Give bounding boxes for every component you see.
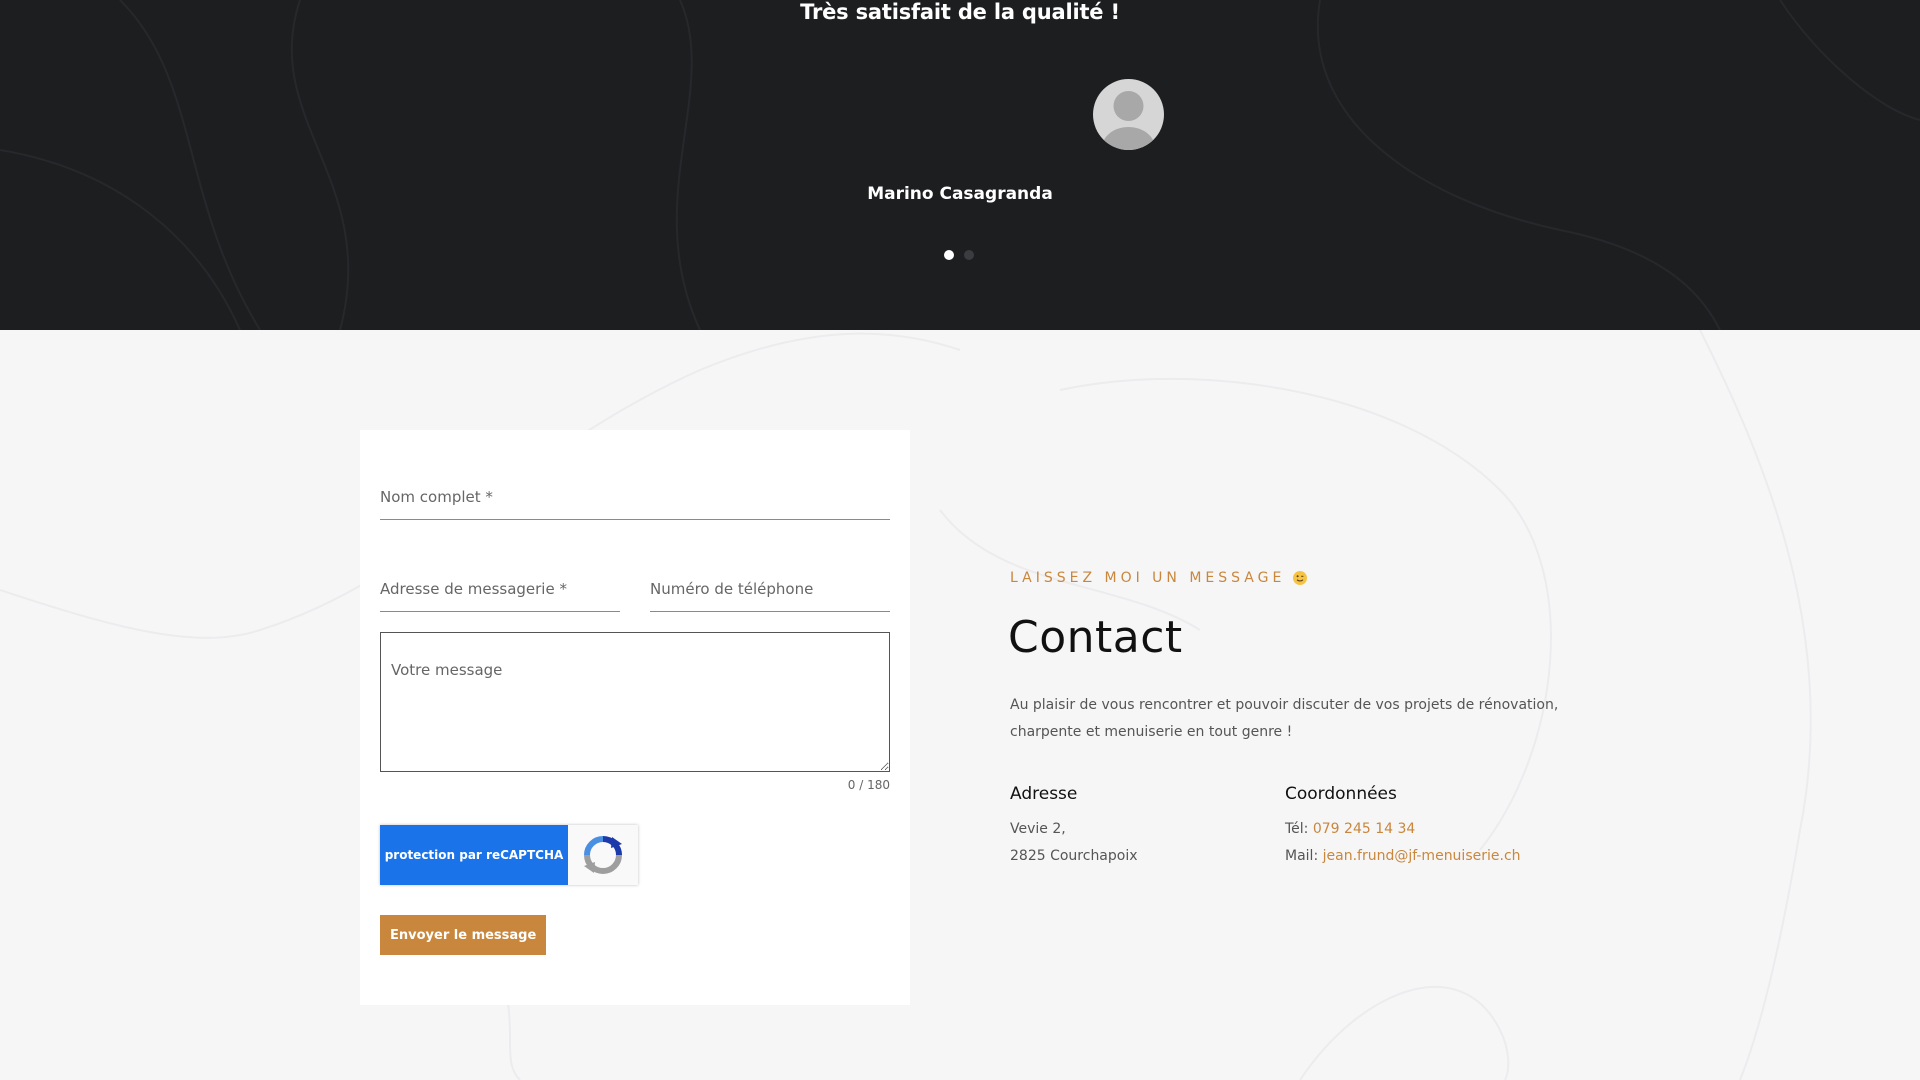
recaptcha-label: protection par reCAPTCHA (380, 825, 568, 885)
recaptcha-arrows-icon (584, 836, 622, 874)
address-line-1: Vevie 2, (1010, 821, 1066, 837)
topographic-background-light (0, 330, 1812, 1080)
send-message-button[interactable]: Envoyer le message (380, 915, 547, 955)
message-char-counter: 0 / 180 (847, 778, 890, 792)
recaptcha-badge[interactable]: protection par reCAPTCHA (380, 825, 638, 885)
phone-line: Tél: 079 245 14 34 (1285, 816, 1415, 843)
full-name-input[interactable] (380, 482, 890, 520)
phone-link[interactable]: 079 245 14 34 (1313, 821, 1415, 837)
phone-label: Tél: (1285, 821, 1309, 837)
contact-eyebrow-text: Laissez moi un message (1010, 570, 1286, 586)
carousel-dot-1[interactable] (944, 250, 954, 260)
message-textarea[interactable] (380, 632, 890, 772)
email-input[interactable] (380, 574, 620, 612)
testimonial-author: Marino Casagranda (867, 184, 1053, 204)
testimonial-section: Très satisfait de la qualité ! Marino Ca… (0, 0, 1920, 330)
topographic-background (0, 0, 1920, 330)
contact-eyebrow: Laissez moi un message (1010, 570, 1308, 586)
mail-label: Mail: (1285, 848, 1319, 864)
avatar (1093, 79, 1164, 150)
wink-emoji-icon (1293, 571, 1308, 585)
coordinates-heading: Coordonnées (1285, 784, 1397, 804)
mail-link[interactable]: jean.frund@jf-menuiserie.ch (1323, 848, 1521, 864)
carousel-dot-2[interactable] (964, 250, 974, 260)
mail-line: Mail: jean.frund@jf-menuiserie.ch (1285, 843, 1521, 870)
address-heading: Adresse (1010, 784, 1078, 804)
testimonial-quote: Très satisfait de la qualité ! (800, 0, 1120, 24)
phone-input[interactable] (650, 574, 890, 612)
contact-title: Contact (1008, 612, 1183, 663)
address-line-2: 2825 Courchapoix (1010, 848, 1138, 864)
recaptcha-icon (568, 825, 638, 885)
contact-description: Au plaisir de vous rencontrer et pouvoir… (1010, 697, 1559, 740)
contact-form-card: 0 / 180 protection par reCAPTCHA Envoyer… (360, 430, 910, 1005)
user-silhouette-icon (1101, 91, 1156, 150)
carousel-pagination (944, 250, 974, 260)
